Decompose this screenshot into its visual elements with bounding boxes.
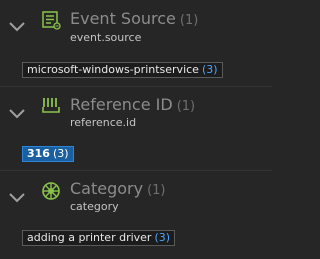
field-title[interactable]: Category (1) xyxy=(70,180,166,200)
value-chip-label: 316 xyxy=(27,147,50,160)
field-title-label: Category xyxy=(70,179,144,198)
field-key: reference.id xyxy=(70,116,137,129)
value-chip-label: adding a printer driver xyxy=(27,231,152,244)
field-section-category: Category (1) category adding a printer dr… xyxy=(0,171,272,259)
barcode-id-icon xyxy=(42,98,60,113)
list-document-icon xyxy=(42,11,61,30)
chevron-down-icon[interactable] xyxy=(8,192,26,204)
field-count: (1) xyxy=(179,13,199,28)
value-chip-label: microsoft-windows-printservice xyxy=(27,63,199,76)
value-chip-selected[interactable]: 316 (3) xyxy=(22,146,74,162)
field-title[interactable]: Event Source (1) xyxy=(70,10,198,30)
value-chip[interactable]: adding a printer driver (3) xyxy=(22,230,176,246)
field-key: category xyxy=(70,200,119,213)
field-section-reference-id: Reference ID (1) reference.id 316 (3) xyxy=(0,87,272,170)
value-chip-count: (3) xyxy=(52,147,69,160)
field-key: event.source xyxy=(70,31,142,44)
value-chip[interactable]: microsoft-windows-printservice (3) xyxy=(22,62,223,78)
chevron-down-icon[interactable] xyxy=(8,108,26,120)
category-wheel-icon xyxy=(42,182,60,200)
field-count: (1) xyxy=(147,183,166,198)
value-chip-count: (3) xyxy=(154,231,171,244)
meta-field-panel: Event Source (1) event.source microsoft-w… xyxy=(0,0,272,259)
field-title-label: Event Source xyxy=(70,9,176,28)
chevron-down-icon[interactable] xyxy=(8,21,26,33)
field-count: (1) xyxy=(176,99,196,114)
field-section-event-source: Event Source (1) event.source microsoft-w… xyxy=(0,0,272,86)
field-title[interactable]: Reference ID (1) xyxy=(70,96,195,116)
value-chip-count: (3) xyxy=(201,63,218,76)
field-title-label: Reference ID xyxy=(70,95,173,114)
